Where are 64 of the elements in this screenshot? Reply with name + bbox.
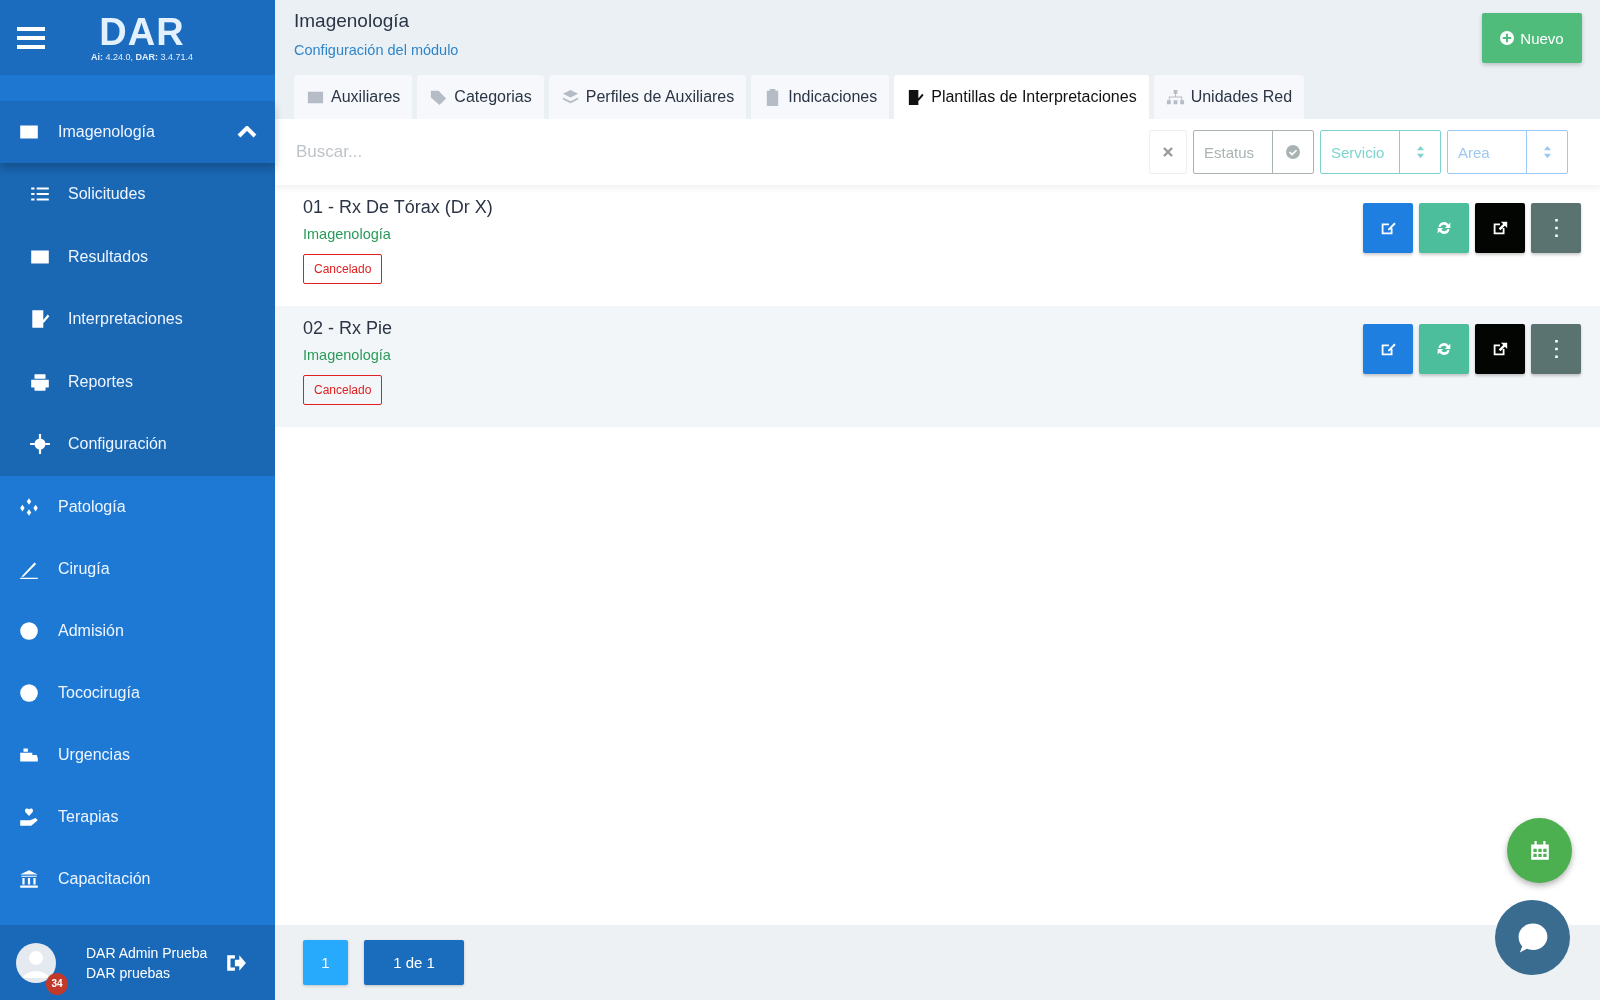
page-title: Imagenología: [294, 10, 411, 32]
edit-button[interactable]: [1363, 203, 1413, 253]
module-icon: [18, 867, 40, 890]
sidebar-item[interactable]: Cirugía: [0, 537, 275, 600]
row-title: 01 - Rx De Tórax (Dr X): [303, 197, 493, 218]
refresh-icon: [1435, 340, 1453, 358]
status-tag: Cancelado: [303, 375, 383, 405]
submenu-icon: [29, 433, 51, 456]
version-text: Ai: 4.24.0, DAR: 3.4.71.4: [91, 51, 194, 62]
refresh-button[interactable]: [1419, 324, 1469, 374]
module-icon: [18, 619, 40, 642]
tab-icon: [1165, 87, 1185, 107]
tab[interactable]: Plantillas de Interpretaciones: [894, 75, 1149, 119]
tab[interactable]: Auxiliares: [294, 75, 413, 119]
sort-icon: [1542, 145, 1552, 159]
tab-icon: [906, 87, 926, 107]
sidebar-item[interactable]: Urgencias: [0, 723, 275, 786]
logo: DAR: [99, 13, 185, 50]
plus-icon: [1500, 31, 1515, 45]
submenu-item[interactable]: Solicitudes: [0, 163, 275, 226]
user-name: DAR Admin Prueba: [86, 944, 208, 961]
refresh-icon: [1435, 219, 1453, 237]
tab[interactable]: Perfiles de Auxiliares: [548, 75, 747, 119]
submenu-item[interactable]: Reportes: [0, 350, 275, 413]
external-link-button[interactable]: [1475, 324, 1525, 374]
module-icon: [18, 681, 40, 704]
submenu-item[interactable]: Interpretaciones: [0, 288, 275, 351]
submenu-icon: [29, 308, 51, 331]
user-role: DAR pruebas: [86, 964, 172, 981]
external-link-button[interactable]: [1475, 203, 1525, 253]
external-link-icon: [1491, 219, 1509, 237]
external-link-icon: [1491, 340, 1509, 358]
chevron-icon[interactable]: [237, 126, 257, 138]
clear-button[interactable]: [1149, 130, 1187, 174]
row-title: 02 - Rx Pie: [303, 318, 393, 339]
sidebar-item[interactable]: Imagenología: [0, 101, 275, 163]
sidebar-item[interactable]: Tococirugía: [0, 661, 275, 724]
sidebar-item[interactable]: Terapias: [0, 785, 275, 848]
calendar-button[interactable]: [1507, 818, 1572, 883]
check-circle-icon: [1286, 145, 1300, 159]
sidebar-item[interactable]: Patología: [0, 475, 275, 538]
page-button[interactable]: 1: [303, 940, 348, 985]
notification-badge: 34: [46, 972, 68, 995]
sidebar-item[interactable]: Capacitación: [0, 847, 275, 910]
submenu-item[interactable]: Configuración: [0, 413, 275, 476]
page-summary: 1 de 1: [364, 940, 464, 985]
status-tag: Cancelado: [303, 254, 383, 284]
calendar-icon: [1528, 839, 1551, 862]
module-icon: [18, 805, 40, 828]
row-category: Imagenología: [303, 226, 391, 242]
edit-button[interactable]: [1363, 324, 1413, 374]
row-category: Imagenología: [303, 347, 391, 363]
sort-icon: [1415, 145, 1425, 159]
more-icon: [1554, 340, 1558, 358]
more-icon: [1554, 219, 1558, 237]
refresh-button[interactable]: [1419, 203, 1469, 253]
sidebar-item[interactable]: Admisión: [0, 599, 275, 662]
menu-icon[interactable]: [17, 26, 45, 49]
submenu-item[interactable]: Resultados: [0, 225, 275, 288]
close-icon: [1163, 147, 1173, 157]
tab[interactable]: Unidades Red: [1153, 75, 1305, 119]
tab[interactable]: Categorias: [417, 75, 544, 119]
page-subtitle: Configuración del módulo: [294, 42, 459, 58]
tab[interactable]: Indicaciones: [751, 75, 890, 119]
